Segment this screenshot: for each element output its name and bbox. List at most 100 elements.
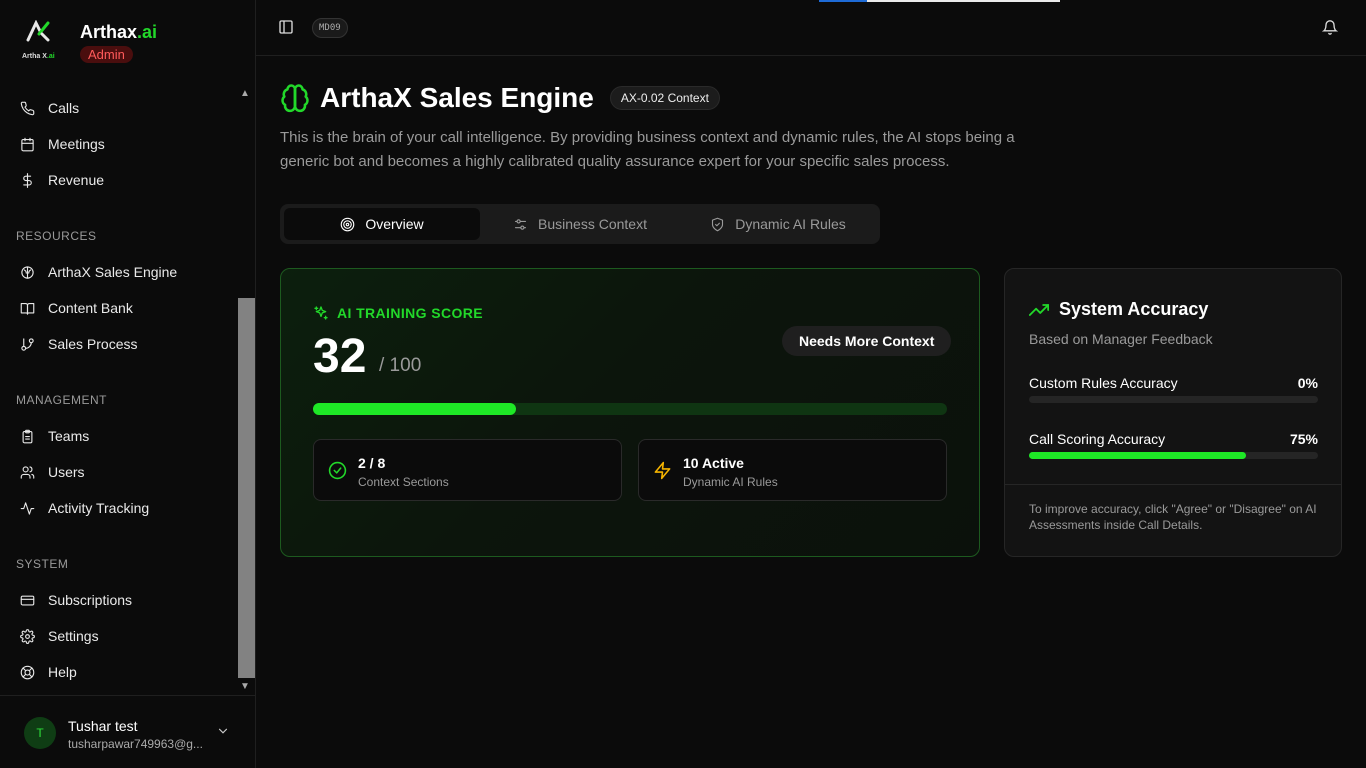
- tab-business-context[interactable]: Business Context: [482, 208, 678, 240]
- score-value: 32: [313, 330, 367, 383]
- sidebar-item-label: Revenue: [48, 172, 105, 188]
- target-icon: [341, 217, 355, 231]
- score-max: / 100: [379, 355, 422, 376]
- sidebar-item-label: Teams: [48, 428, 90, 444]
- sliders-icon: [514, 218, 527, 230]
- system-accuracy-card: System Accuracy Based on Manager Feedbac…: [1004, 268, 1342, 557]
- mini-card-title: 2 / 8: [358, 455, 386, 471]
- brain-icon: [281, 84, 309, 113]
- page-title: ArthaX Sales Engine: [320, 82, 594, 113]
- accuracy-bar: [1029, 452, 1318, 459]
- status-badge: Needs More Context: [782, 326, 952, 356]
- accuracy-row-label: Custom Rules Accuracy: [1029, 375, 1178, 391]
- brain-icon: [21, 265, 34, 279]
- clipboard-icon: [22, 429, 33, 443]
- trending-up-icon: [1029, 303, 1049, 316]
- sidebar-item-teams[interactable]: Teams: [20, 426, 89, 446]
- chevron-down-icon[interactable]: [216, 724, 230, 738]
- page-description: This is the brain of your call intellige…: [280, 129, 1015, 170]
- section-system: SYSTEM: [16, 557, 69, 571]
- accuracy-subtitle: Based on Manager Feedback: [1029, 331, 1213, 347]
- bell-icon[interactable]: [1322, 19, 1338, 36]
- sidebar-item-settings[interactable]: Settings: [20, 626, 99, 646]
- model-badge: MD09: [312, 18, 348, 38]
- sidebar-item-label: Sales Process: [48, 336, 138, 352]
- accuracy-bar: [1029, 396, 1318, 403]
- sidebar-nav: Calls Meetings Revenue RESOURCES ArthaX …: [0, 90, 238, 695]
- user-email: tusharpawar749963@g...: [68, 737, 203, 751]
- sidebar-item-label: Settings: [48, 628, 99, 644]
- scroll-up-icon[interactable]: ▲: [240, 88, 250, 99]
- brand-name: Arthax.ai: [80, 22, 158, 42]
- logo-mark-icon: [26, 20, 50, 42]
- accuracy-row-value: 75%: [1289, 431, 1318, 447]
- accuracy-row-value: 0%: [1297, 375, 1318, 391]
- tab-dynamic-ai-rules[interactable]: Dynamic AI Rules: [680, 208, 876, 240]
- sidebar-item-help[interactable]: Help: [20, 662, 77, 682]
- sidebar-item-label: ArthaX Sales Engine: [48, 264, 178, 280]
- accuracy-title: System Accuracy: [1029, 299, 1208, 320]
- brand[interactable]: Artha X.ai Arthax.ai Admin: [22, 20, 157, 64]
- phone-icon: [20, 101, 35, 115]
- page-header: ArthaX Sales Engine AX-0.02 Context: [280, 82, 720, 114]
- shield-check-icon: [712, 217, 724, 231]
- sidebar-item-label: Subscriptions: [48, 592, 133, 608]
- context-sections-card: 2 / 8 Context Sections: [313, 439, 622, 501]
- sidebar-toggle-icon[interactable]: [278, 19, 294, 35]
- ai-training-score-card: AI TRAINING SCORE 32 / 100 Needs More Co…: [280, 268, 980, 557]
- sidebar-item-activity-tracking[interactable]: Activity Tracking: [20, 498, 149, 518]
- calendar-icon: [21, 137, 34, 151]
- sidebar-item-label: Meetings: [48, 136, 105, 152]
- dollar-icon: [23, 172, 32, 188]
- sidebar-item-sales-engine[interactable]: ArthaX Sales Engine: [20, 262, 177, 282]
- sidebar: Artha X.ai Arthax.ai Admin Calls Meeting…: [0, 0, 256, 768]
- gear-icon: [20, 628, 35, 644]
- user-menu[interactable]: T Tushar test tusharpawar749963@g...: [0, 695, 256, 768]
- sidebar-item-label: Calls: [48, 100, 80, 116]
- sidebar-item-meetings[interactable]: Meetings: [20, 134, 105, 154]
- book-icon: [20, 302, 35, 315]
- tab-bar: Overview Business Context Dynamic AI Rul…: [280, 204, 880, 244]
- section-resources: RESOURCES: [16, 229, 97, 243]
- avatar: T: [24, 717, 56, 749]
- accuracy-title-text: System Accuracy: [1059, 299, 1209, 319]
- sidebar-item-revenue[interactable]: Revenue: [20, 170, 104, 190]
- sidebar-item-users[interactable]: Users: [20, 462, 85, 482]
- sidebar-item-content-bank[interactable]: Content Bank: [20, 298, 133, 318]
- accuracy-bar-fill: [1029, 452, 1246, 459]
- score-progress-bar: [313, 403, 947, 415]
- lifebuoy-icon: [20, 665, 35, 679]
- activity-icon: [20, 501, 35, 515]
- sidebar-item-subscriptions[interactable]: Subscriptions: [20, 590, 132, 610]
- context-version-badge: AX-0.02 Context: [609, 86, 720, 110]
- sparkles-icon: [314, 306, 328, 320]
- credit-card-icon: [20, 595, 35, 605]
- divider: [1005, 484, 1341, 485]
- tab-overview[interactable]: Overview: [284, 208, 480, 240]
- mini-card-subtitle: Dynamic AI Rules: [683, 475, 778, 489]
- topbar: MD09: [256, 0, 1366, 56]
- zap-icon: [654, 461, 671, 480]
- mini-card-subtitle: Context Sections: [358, 475, 449, 489]
- sidebar-item-label: Users: [48, 464, 85, 480]
- role-badge: Admin: [80, 46, 133, 63]
- sidebar-item-label: Activity Tracking: [48, 500, 150, 516]
- dynamic-rules-card: 10 Active Dynamic AI Rules: [638, 439, 947, 501]
- score-progress-fill: [313, 403, 516, 415]
- tab-label: Overview: [365, 216, 424, 232]
- sidebar-item-sales-process[interactable]: Sales Process: [20, 334, 137, 354]
- tab-label: Dynamic AI Rules: [735, 216, 846, 232]
- tab-label: Business Context: [538, 216, 647, 232]
- sidebar-scrollbar-thumb[interactable]: [238, 298, 255, 678]
- score-label-text: AI TRAINING SCORE: [337, 305, 484, 321]
- logo-text: Artha X.ai: [22, 53, 55, 60]
- brand-logo: Artha X.ai: [22, 20, 62, 64]
- sidebar-item-calls[interactable]: Calls: [20, 98, 79, 118]
- accuracy-row-label: Call Scoring Accuracy: [1029, 431, 1166, 447]
- scroll-down-icon[interactable]: ▼: [240, 681, 250, 692]
- loading-progress: [819, 0, 1060, 2]
- section-management: MANAGEMENT: [16, 393, 108, 407]
- users-icon: [20, 465, 35, 479]
- sidebar-item-label: Content Bank: [48, 300, 133, 316]
- check-circle-icon: [328, 461, 347, 480]
